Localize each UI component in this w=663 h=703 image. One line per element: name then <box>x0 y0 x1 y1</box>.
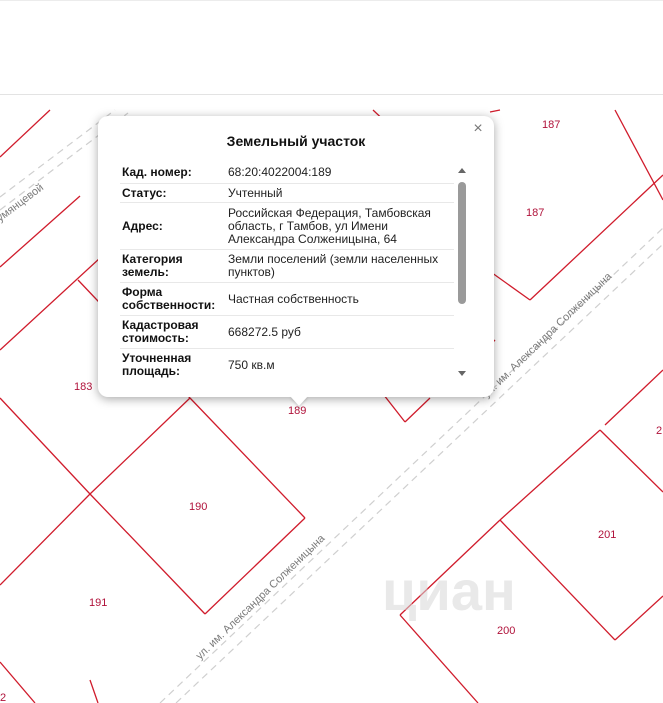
info-key: Кад. номер: <box>122 165 192 179</box>
info-value: Земли поселений (земли населенных пункто… <box>228 252 439 279</box>
info-value: Российская Федерация, Тамбовская область… <box>228 205 431 246</box>
info-key: Статус: <box>122 185 167 200</box>
info-row: Статус: Учтенный <box>120 184 454 203</box>
info-key: Кадастровая стоимость: <box>122 318 199 345</box>
parcel-number[interactable]: 187 <box>526 207 544 219</box>
info-key: Адрес: <box>122 218 163 233</box>
info-row: Кад. номер: 68:20:4022004:189 <box>120 162 454 184</box>
parcel-info-popup: × Земельный участок Кад. номер: 68:20:40… <box>98 116 494 397</box>
parcel-info-table[interactable]: Кад. номер: 68:20:4022004:189 Статус: Уч… <box>120 162 454 380</box>
info-value: 668272.5 руб <box>228 324 301 339</box>
info-row: Кадастровая стоимость: 668272.5 руб <box>120 316 454 349</box>
info-key: Уточненная площадь: <box>122 351 192 378</box>
info-value: 68:20:4022004:189 <box>228 165 332 179</box>
watermark-logo: циан <box>382 559 516 622</box>
info-key: Категория земель: <box>122 252 183 279</box>
parcel-number[interactable]: 183 <box>74 381 92 393</box>
info-value: Учтенный <box>228 185 283 200</box>
scroll-up-icon[interactable] <box>458 168 466 173</box>
scroll-thumb[interactable] <box>458 182 466 304</box>
street-name: умянцевой <box>0 182 46 225</box>
popup-scrollbar[interactable] <box>454 168 470 380</box>
popup-pointer <box>290 396 308 406</box>
parcel-number[interactable]: 2 <box>656 425 662 437</box>
parcel-number[interactable]: 190 <box>189 501 207 513</box>
parcel-number[interactable]: 191 <box>89 597 107 609</box>
top-toolbar <box>0 0 663 95</box>
parcel-number[interactable]: 201 <box>598 529 616 541</box>
popup-title: Земельный участок <box>226 133 366 149</box>
parcel-number[interactable]: 187 <box>542 119 560 131</box>
info-row: Адрес: Российская Федерация, Тамбовская … <box>120 203 454 250</box>
info-value: 750 кв.м <box>228 357 275 372</box>
parcel-number[interactable]: 2 <box>0 692 6 703</box>
info-row: Категория земель: Земли поселений (земли… <box>120 250 454 283</box>
parcel-number[interactable]: 189 <box>288 405 306 417</box>
info-row: Форма собственности: Частная собственнос… <box>120 283 454 316</box>
street-name: ул. им. Александра Солженицына <box>194 532 328 662</box>
info-row: Уточненная площадь: 750 кв.м <box>120 349 454 380</box>
info-key: Форма собственности: <box>122 285 216 312</box>
top-divider <box>0 0 663 1</box>
scroll-down-icon[interactable] <box>458 371 466 376</box>
street-name: ул. им. Александра Солженицына <box>481 270 615 400</box>
parcel-number[interactable]: 200 <box>497 625 515 637</box>
info-value: Частная собственность <box>228 291 359 306</box>
